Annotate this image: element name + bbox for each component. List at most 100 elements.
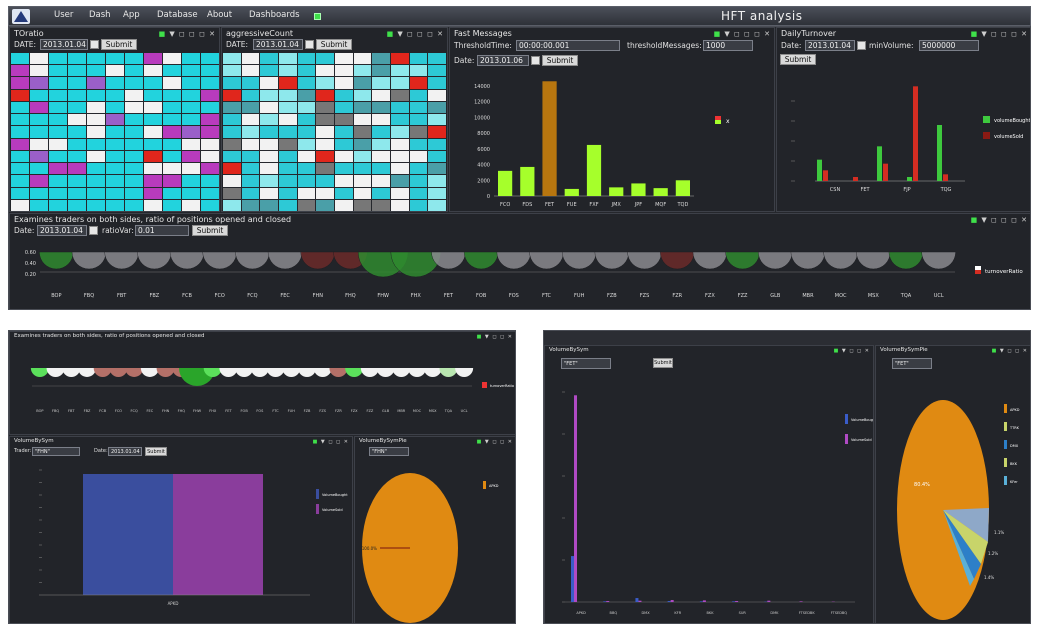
heatmap-cell[interactable] — [30, 114, 48, 126]
heatmap-cell[interactable] — [106, 199, 124, 211]
heatmap-cell[interactable] — [390, 77, 409, 89]
heatmap-cell[interactable] — [334, 187, 353, 199]
heatmap-cell[interactable] — [353, 101, 372, 114]
heatmap-cell[interactable] — [241, 187, 260, 199]
heatmap-cell[interactable] — [316, 114, 334, 126]
heatmap-cell[interactable] — [278, 199, 297, 211]
heatmap-cell[interactable] — [390, 53, 409, 65]
heatmap-cell[interactable] — [260, 53, 278, 65]
heatmap-cell[interactable] — [125, 101, 143, 114]
heatmap-cell[interactable] — [11, 138, 29, 150]
heatmap-cell[interactable] — [241, 126, 260, 138]
heatmap-cell[interactable] — [372, 126, 390, 138]
heatmap-cell[interactable] — [409, 65, 428, 77]
heatmap-cell[interactable] — [372, 53, 390, 65]
heatmap-cell[interactable] — [297, 65, 316, 77]
heatmap-cell[interactable] — [125, 199, 143, 211]
heatmap-cell[interactable] — [372, 114, 390, 126]
heatmap-cell[interactable] — [278, 101, 297, 114]
heatmap-cell[interactable] — [223, 89, 241, 101]
heatmap-cell[interactable] — [163, 77, 181, 89]
heatmap-cell[interactable] — [30, 53, 48, 65]
heatmap-cell[interactable] — [87, 199, 105, 211]
heatmap-cell[interactable] — [223, 114, 241, 126]
heatmap-cell[interactable] — [353, 53, 372, 65]
menu-dashboards[interactable]: Dashboards — [249, 10, 300, 20]
heatmap-cell[interactable] — [87, 138, 105, 150]
heatmap-cell[interactable] — [201, 187, 219, 199]
heatmap-cell[interactable] — [334, 199, 353, 211]
heatmap-cell[interactable] — [223, 65, 241, 77]
heatmap-cell[interactable] — [260, 199, 278, 211]
heatmap-cell[interactable] — [182, 89, 200, 101]
heatmap-cell[interactable] — [49, 65, 67, 77]
heatmap-cell[interactable] — [125, 114, 143, 126]
heatmap-cell[interactable] — [390, 175, 409, 187]
heatmap-cell[interactable] — [297, 77, 316, 89]
heatmap-cell[interactable] — [428, 126, 446, 138]
heatmap-cell[interactable] — [278, 150, 297, 163]
heatmap-cell[interactable] — [428, 53, 446, 65]
heatmap-cell[interactable] — [428, 138, 446, 150]
heatmap-cell[interactable] — [182, 126, 200, 138]
heatmap-cell[interactable] — [106, 101, 124, 114]
heatmap-cell[interactable] — [87, 187, 105, 199]
heatmap-cell[interactable] — [409, 175, 428, 187]
heatmap-cell[interactable] — [223, 150, 241, 163]
heatmap-cell[interactable] — [353, 114, 372, 126]
heatmap-cell[interactable] — [428, 163, 446, 175]
heatmap-cell[interactable] — [68, 126, 86, 138]
heatmap-cell[interactable] — [334, 101, 353, 114]
date-input[interactable]: 2013.01.04 — [37, 225, 87, 236]
heatmap-cell[interactable] — [390, 163, 409, 175]
heatmap-cell[interactable] — [201, 101, 219, 114]
heatmap-cell[interactable] — [260, 126, 278, 138]
heatmap-cell[interactable] — [201, 199, 219, 211]
heatmap-cell[interactable] — [87, 175, 105, 187]
heatmap-cell[interactable] — [68, 101, 86, 114]
panel-controls[interactable]: ■ ▼ ◻ ◻ ◻ ✕ — [714, 30, 771, 38]
heatmap-cell[interactable] — [260, 89, 278, 101]
heatmap-cell[interactable] — [87, 77, 105, 89]
trader-input[interactable]: "FHN" — [369, 447, 409, 456]
heatmap-cell[interactable] — [409, 53, 428, 65]
heatmap-cell[interactable] — [144, 53, 162, 65]
panel-controls[interactable]: ■ ▼ ◻ ◻ ◻ ✕ — [971, 30, 1028, 38]
heatmap-cell[interactable] — [144, 126, 162, 138]
heatmap-cell[interactable] — [390, 114, 409, 126]
panel-controls[interactable]: ■ ▼ ◻ ◻ ✕ — [477, 334, 513, 340]
heatmap-cell[interactable] — [390, 126, 409, 138]
heatmap-cell[interactable] — [163, 89, 181, 101]
heatmap-cell[interactable] — [260, 114, 278, 126]
trader-input[interactable]: "FHN" — [32, 447, 80, 456]
threshold-messages-input[interactable]: 1000 — [703, 40, 753, 51]
heatmap-cell[interactable] — [353, 150, 372, 163]
heatmap-cell[interactable] — [241, 114, 260, 126]
heatmap-cell[interactable] — [409, 199, 428, 211]
heatmap-cell[interactable] — [201, 53, 219, 65]
heatmap-cell[interactable] — [30, 126, 48, 138]
heatmap-cell[interactable] — [241, 65, 260, 77]
heatmap-cell[interactable] — [297, 126, 316, 138]
heatmap-cell[interactable] — [87, 114, 105, 126]
heatmap-cell[interactable] — [163, 199, 181, 211]
heatmap-cell[interactable] — [353, 89, 372, 101]
heatmap-cell[interactable] — [278, 53, 297, 65]
submit-button[interactable]: Submit — [780, 54, 816, 65]
heatmap-cell[interactable] — [223, 53, 241, 65]
heatmap-cell[interactable] — [297, 187, 316, 199]
heatmap-cell[interactable] — [372, 65, 390, 77]
heatmap-cell[interactable] — [278, 89, 297, 101]
heatmap-cell[interactable] — [68, 53, 86, 65]
heatmap-cell[interactable] — [260, 187, 278, 199]
heatmap-cell[interactable] — [316, 77, 334, 89]
heatmap-cell[interactable] — [316, 101, 334, 114]
heatmap-cell[interactable] — [409, 89, 428, 101]
heatmap-cell[interactable] — [163, 114, 181, 126]
heatmap-cell[interactable] — [163, 101, 181, 114]
heatmap-cell[interactable] — [409, 163, 428, 175]
date-input[interactable]: 2013.01.04 — [40, 39, 88, 50]
panel-controls[interactable]: ■ ▼ ◻ ◻ ✕ — [834, 348, 870, 354]
panel-controls[interactable]: ■ ▼ ◻ ◻ ◻ ✕ — [387, 30, 444, 38]
heatmap-cell[interactable] — [182, 150, 200, 163]
